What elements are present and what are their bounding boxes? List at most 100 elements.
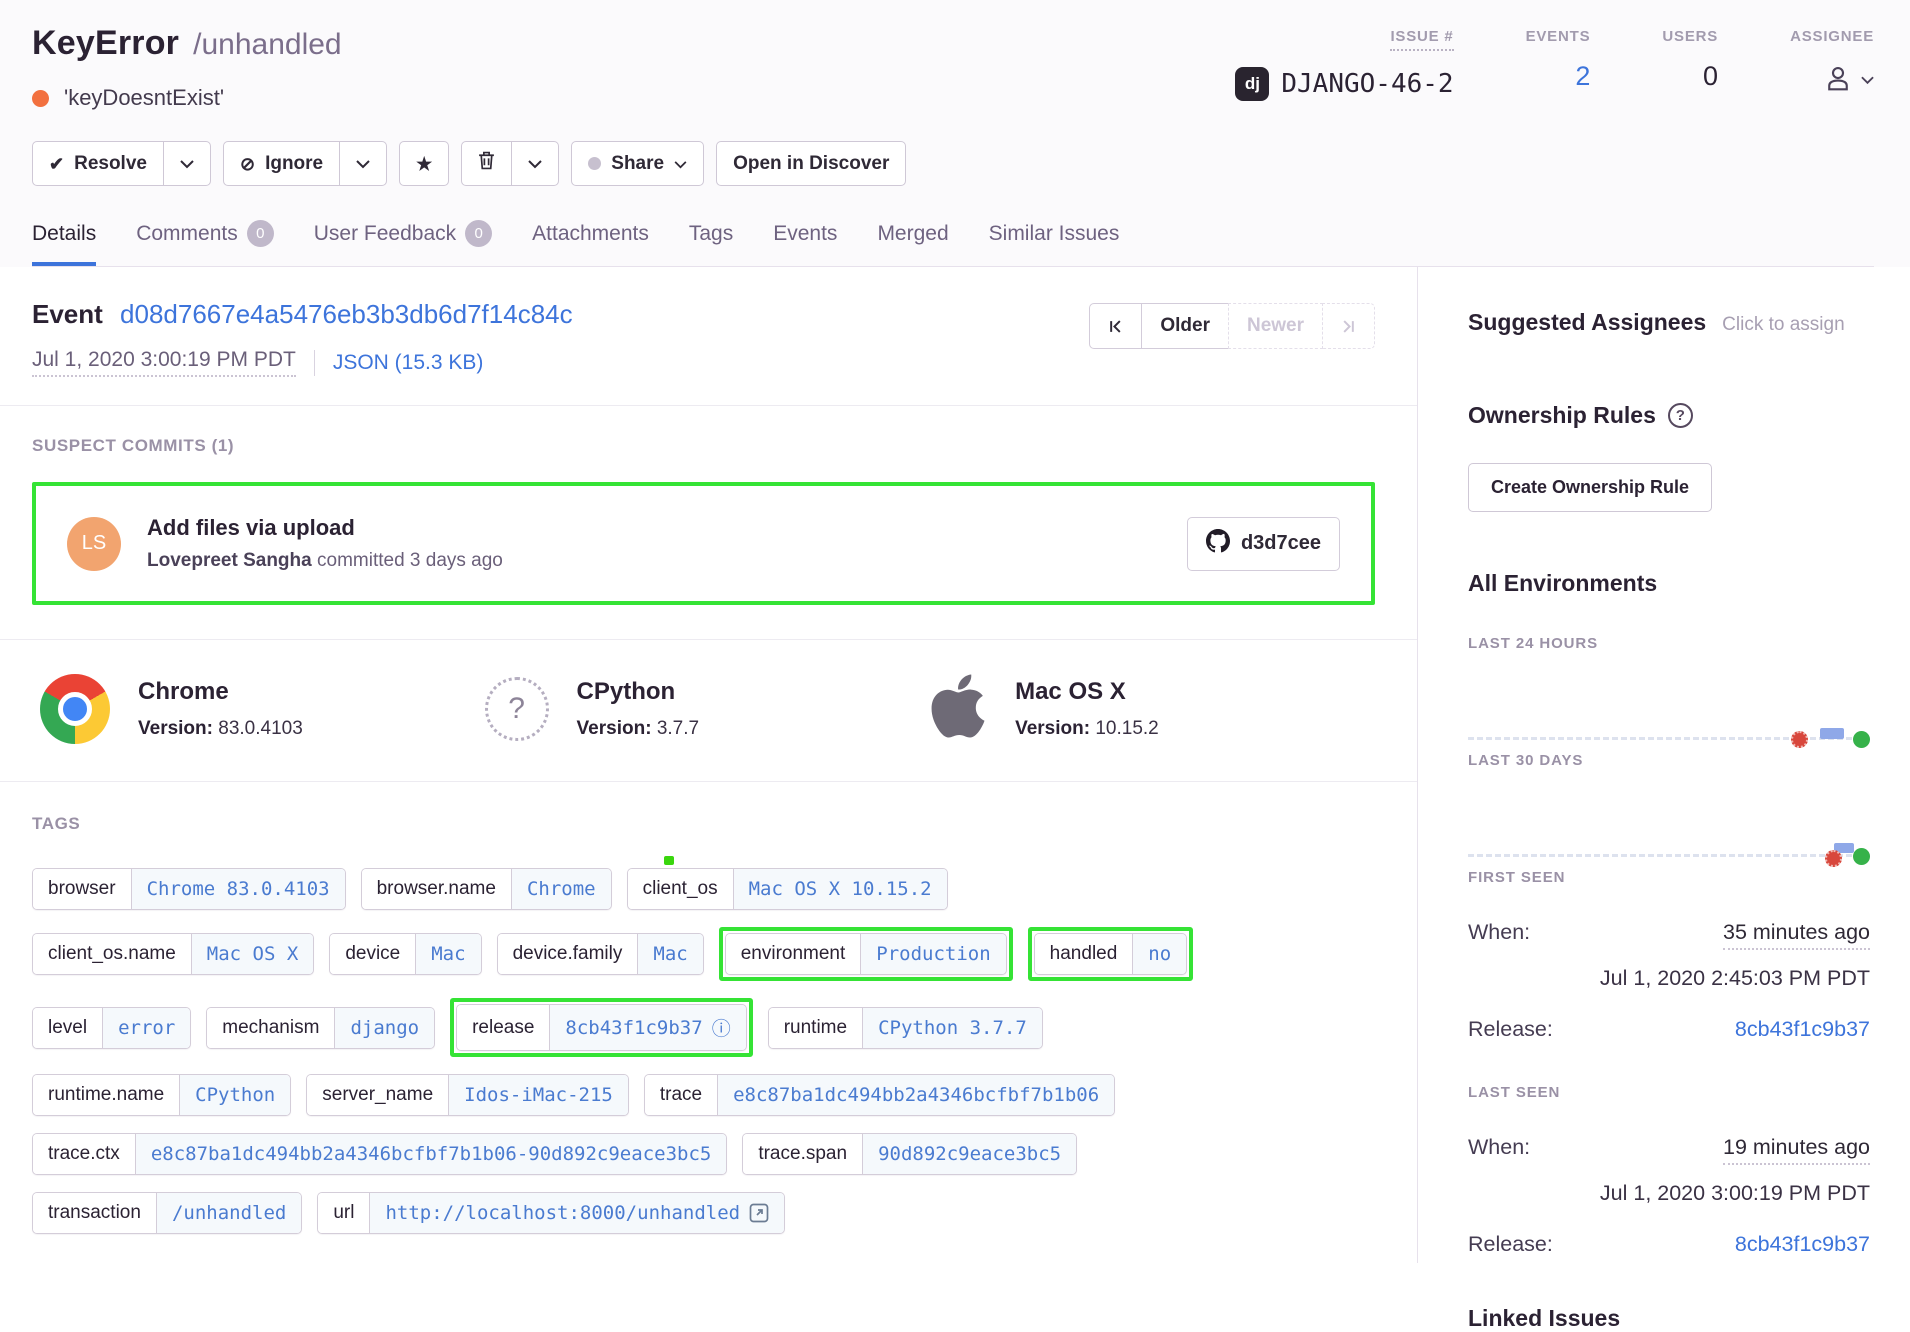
suspect-commits-section: SUSPECT COMMITS (1) LS Add files via upl… — [0, 406, 1417, 640]
last-30d-sparkline — [1468, 769, 1870, 869]
tag-client-os-name: client_os.nameMac OS X — [32, 933, 314, 975]
last-seen-release-link[interactable]: 8cb43f1c9b37 — [1735, 1232, 1870, 1257]
help-icon[interactable]: ? — [1668, 403, 1693, 428]
last-seen-label: LAST SEEN — [1468, 1084, 1870, 1101]
json-download-link[interactable]: JSON (15.3 KB) — [333, 351, 484, 375]
event-label: Event — [32, 299, 103, 329]
tag-environment: environmentProduction — [725, 933, 1007, 975]
tag-trace-span: trace.span90d892c9eace3bc5 — [742, 1133, 1077, 1175]
last-seen-relative[interactable]: 19 minutes ago — [1723, 1135, 1870, 1165]
open-in-discover-button[interactable]: Open in Discover — [716, 141, 906, 186]
tab-similar-issues[interactable]: Similar Issues — [989, 220, 1120, 266]
share-dot-icon — [588, 157, 601, 170]
tab-attachments[interactable]: Attachments — [532, 220, 649, 266]
older-event-button[interactable]: Older — [1141, 303, 1229, 349]
last-seen-release-label: Release: — [1468, 1232, 1553, 1257]
tag-transaction: transaction/unhandled — [32, 1192, 302, 1234]
page-title: KeyError — [32, 24, 179, 63]
first-seen-absolute: Jul 1, 2020 2:45:03 PM PDT — [1468, 966, 1870, 991]
first-seen-release-label: Release: — [1468, 1017, 1553, 1042]
feedback-count-badge: 0 — [465, 220, 492, 247]
tag-runtime-name: runtime.nameCPython — [32, 1074, 291, 1116]
last-24h-sparkline — [1468, 652, 1870, 752]
ignore-button[interactable]: ⊘ Ignore — [223, 141, 340, 186]
suggested-assignees-hint: Click to assign — [1722, 314, 1845, 336]
tab-merged[interactable]: Merged — [877, 220, 948, 266]
ignore-dropdown-button[interactable] — [339, 141, 387, 186]
create-ownership-rule-button[interactable]: Create Ownership Rule — [1468, 463, 1712, 512]
first-seen-marker — [1791, 731, 1808, 748]
trash-icon — [478, 151, 495, 176]
commit-row: LS Add files via upload Lovepreet Sangha… — [39, 489, 1368, 598]
tab-details[interactable]: Details — [32, 220, 96, 266]
highlight-box: release8cb43f1c9b37ⓘ — [450, 998, 753, 1057]
context-os: Mac OS X Version: 10.15.2 — [929, 670, 1374, 747]
issue-tabs: Details Comments0 User Feedback0 Attachm… — [32, 220, 1874, 267]
newest-event-button — [1322, 303, 1375, 349]
oldest-event-button[interactable] — [1089, 303, 1142, 349]
divider — [314, 350, 315, 376]
tag-browser-name: browser.nameChrome — [361, 868, 612, 910]
tag-browser: browserChrome 83.0.4103 — [32, 868, 346, 910]
tag-runtime: runtimeCPython 3.7.7 — [768, 1007, 1043, 1049]
error-level-dot — [32, 90, 49, 107]
sidebar: Suggested Assignees Click to assign Owne… — [1418, 267, 1910, 1263]
external-link-icon[interactable] — [749, 1203, 769, 1223]
users-count: 0 — [1703, 61, 1718, 92]
commit-message: Add files via upload — [147, 515, 1187, 541]
all-environments-title: All Environments — [1468, 570, 1870, 597]
delete-dropdown-button[interactable] — [511, 141, 559, 186]
event-id-link[interactable]: d08d7667e4a5476eb3b3db6d7f14c84c — [120, 299, 573, 329]
ignore-icon: ⊘ — [240, 155, 255, 173]
first-seen-relative[interactable]: 35 minutes ago — [1723, 920, 1870, 950]
tag-trace-ctx: trace.ctxe8c87ba1dc494bb2a4346bcfbf7b1b0… — [32, 1133, 727, 1175]
last-seen-marker — [1853, 731, 1870, 748]
tab-events[interactable]: Events — [773, 220, 837, 266]
tag-mechanism: mechanismdjango — [206, 1007, 435, 1049]
user-icon — [1823, 63, 1853, 98]
check-icon: ✔ — [49, 155, 64, 173]
stat-events: EVENTS 2 — [1526, 28, 1591, 101]
event-timestamp[interactable]: Jul 1, 2020 3:00:19 PM PDT — [32, 348, 296, 377]
tag-url: urlhttp://localhost:8000/unhandled — [317, 1192, 785, 1234]
stat-issue: ISSUE # dj DJANGO-46-2 — [1235, 28, 1453, 101]
info-icon[interactable]: ⓘ — [712, 1014, 731, 1041]
last-30d-label: LAST 30 DAYS — [1468, 752, 1870, 769]
first-seen-marker — [1825, 850, 1842, 867]
apple-icon — [929, 670, 987, 747]
last-seen-absolute: Jul 1, 2020 3:00:19 PM PDT — [1468, 1181, 1870, 1206]
tags-heading: TAGS — [32, 814, 1375, 834]
last-seen-when-label: When: — [1468, 1135, 1530, 1160]
star-button[interactable]: ★ — [399, 141, 449, 186]
chevron-down-icon — [1861, 72, 1874, 90]
commit-author: Lovepreet Sangha — [147, 550, 312, 571]
avatar: LS — [67, 517, 121, 571]
resolve-button[interactable]: ✔ Resolve — [32, 141, 164, 186]
commit-meta-text: committed 3 days ago — [312, 550, 503, 571]
event-bar — [1820, 728, 1844, 739]
events-count[interactable]: 2 — [1575, 61, 1590, 92]
tab-comments[interactable]: Comments0 — [136, 220, 274, 266]
tag-device: deviceMac — [329, 933, 481, 975]
tags-section: TAGS browserChrome 83.0.4103 browser.nam… — [0, 782, 1417, 1274]
commit-sha-button[interactable]: d3d7cee — [1187, 517, 1340, 571]
page-subtitle: /unhandled — [193, 28, 341, 62]
share-button[interactable]: Share — [571, 141, 704, 186]
event-contexts: Chrome Version: 83.0.4103 ? CPython Vers… — [0, 640, 1417, 782]
first-seen-release-link[interactable]: 8cb43f1c9b37 — [1735, 1017, 1870, 1042]
linked-issues-title: Linked Issues — [1468, 1305, 1870, 1332]
issue-stats: ISSUE # dj DJANGO-46-2 EVENTS 2 USERS 0 … — [1235, 24, 1874, 101]
issue-header: KeyError /unhandled 'keyDoesntExist' ISS… — [0, 0, 1910, 267]
comments-count-badge: 0 — [247, 220, 274, 247]
unknown-runtime-icon: ? — [485, 677, 549, 741]
stat-assignee: ASSIGNEE — [1790, 28, 1874, 101]
assignee-dropdown[interactable] — [1823, 61, 1874, 98]
action-bar: ✔ Resolve ⊘ Ignore ★ — [32, 141, 1874, 186]
delete-button[interactable] — [461, 141, 512, 186]
assignee-label: ASSIGNEE — [1790, 28, 1874, 45]
tab-user-feedback[interactable]: User Feedback0 — [314, 220, 492, 266]
highlight-box: environmentProduction — [719, 927, 1013, 981]
tab-tags[interactable]: Tags — [689, 220, 733, 266]
first-seen-label: FIRST SEEN — [1468, 869, 1870, 886]
resolve-dropdown-button[interactable] — [163, 141, 211, 186]
